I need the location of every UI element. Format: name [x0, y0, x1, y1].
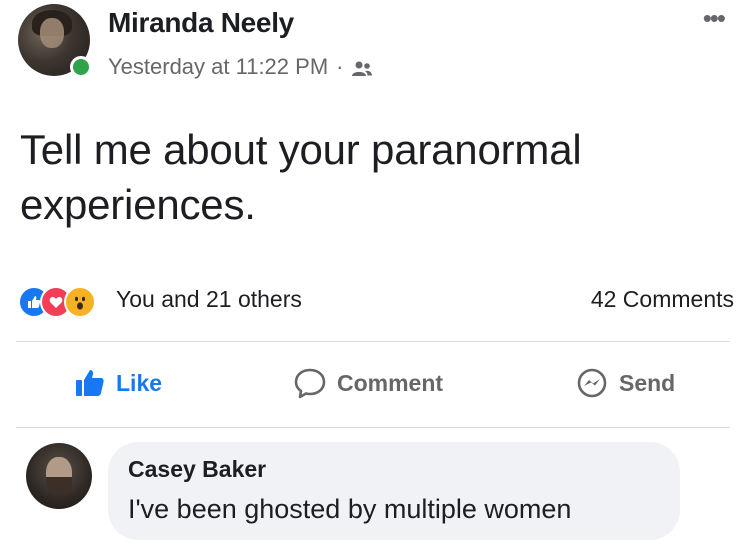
reaction-icons — [18, 286, 110, 318]
facebook-post: Miranda Neely Yesterday at 11:22 PM · ••… — [0, 0, 740, 559]
post-author-name[interactable]: Miranda Neely — [108, 7, 294, 39]
meta-separator: · — [336, 54, 344, 79]
comment-label: Comment — [337, 369, 444, 396]
thumbs-up-icon — [74, 368, 106, 398]
post-timestamp[interactable]: Yesterday at 11:22 PM — [108, 54, 328, 80]
comment-author-name[interactable]: Casey Baker — [128, 456, 266, 483]
send-label: Send — [619, 369, 676, 396]
comment-button[interactable]: Comment — [293, 366, 443, 400]
comments-count[interactable]: 42 Comments — [591, 286, 734, 313]
friends-icon[interactable] — [351, 58, 373, 76]
avatar-face — [40, 18, 64, 48]
divider — [16, 341, 730, 342]
messenger-icon — [575, 367, 609, 399]
avatar-beard — [46, 477, 72, 493]
reactions-count[interactable]: You and 21 others — [116, 286, 302, 313]
send-button[interactable]: Send — [575, 366, 675, 400]
like-label: Like — [116, 369, 163, 396]
reactions-summary[interactable]: You and 21 others 42 Comments — [18, 284, 734, 318]
wow-reaction-icon — [64, 286, 96, 318]
comment-icon — [293, 367, 327, 399]
post-text: Tell me about your paranormal experience… — [20, 126, 582, 228]
commenter-avatar[interactable] — [26, 443, 92, 509]
divider — [16, 427, 730, 428]
like-button[interactable]: Like — [74, 366, 162, 400]
online-status-indicator — [70, 56, 92, 78]
more-options-icon[interactable]: ••• — [703, 5, 726, 31]
comment-text: I've been ghosted by multiple women — [128, 494, 572, 524]
post-meta: Yesterday at 11:22 PM · — [108, 53, 373, 81]
comment-bubble: Casey Baker I've been ghosted by multipl… — [108, 442, 680, 540]
